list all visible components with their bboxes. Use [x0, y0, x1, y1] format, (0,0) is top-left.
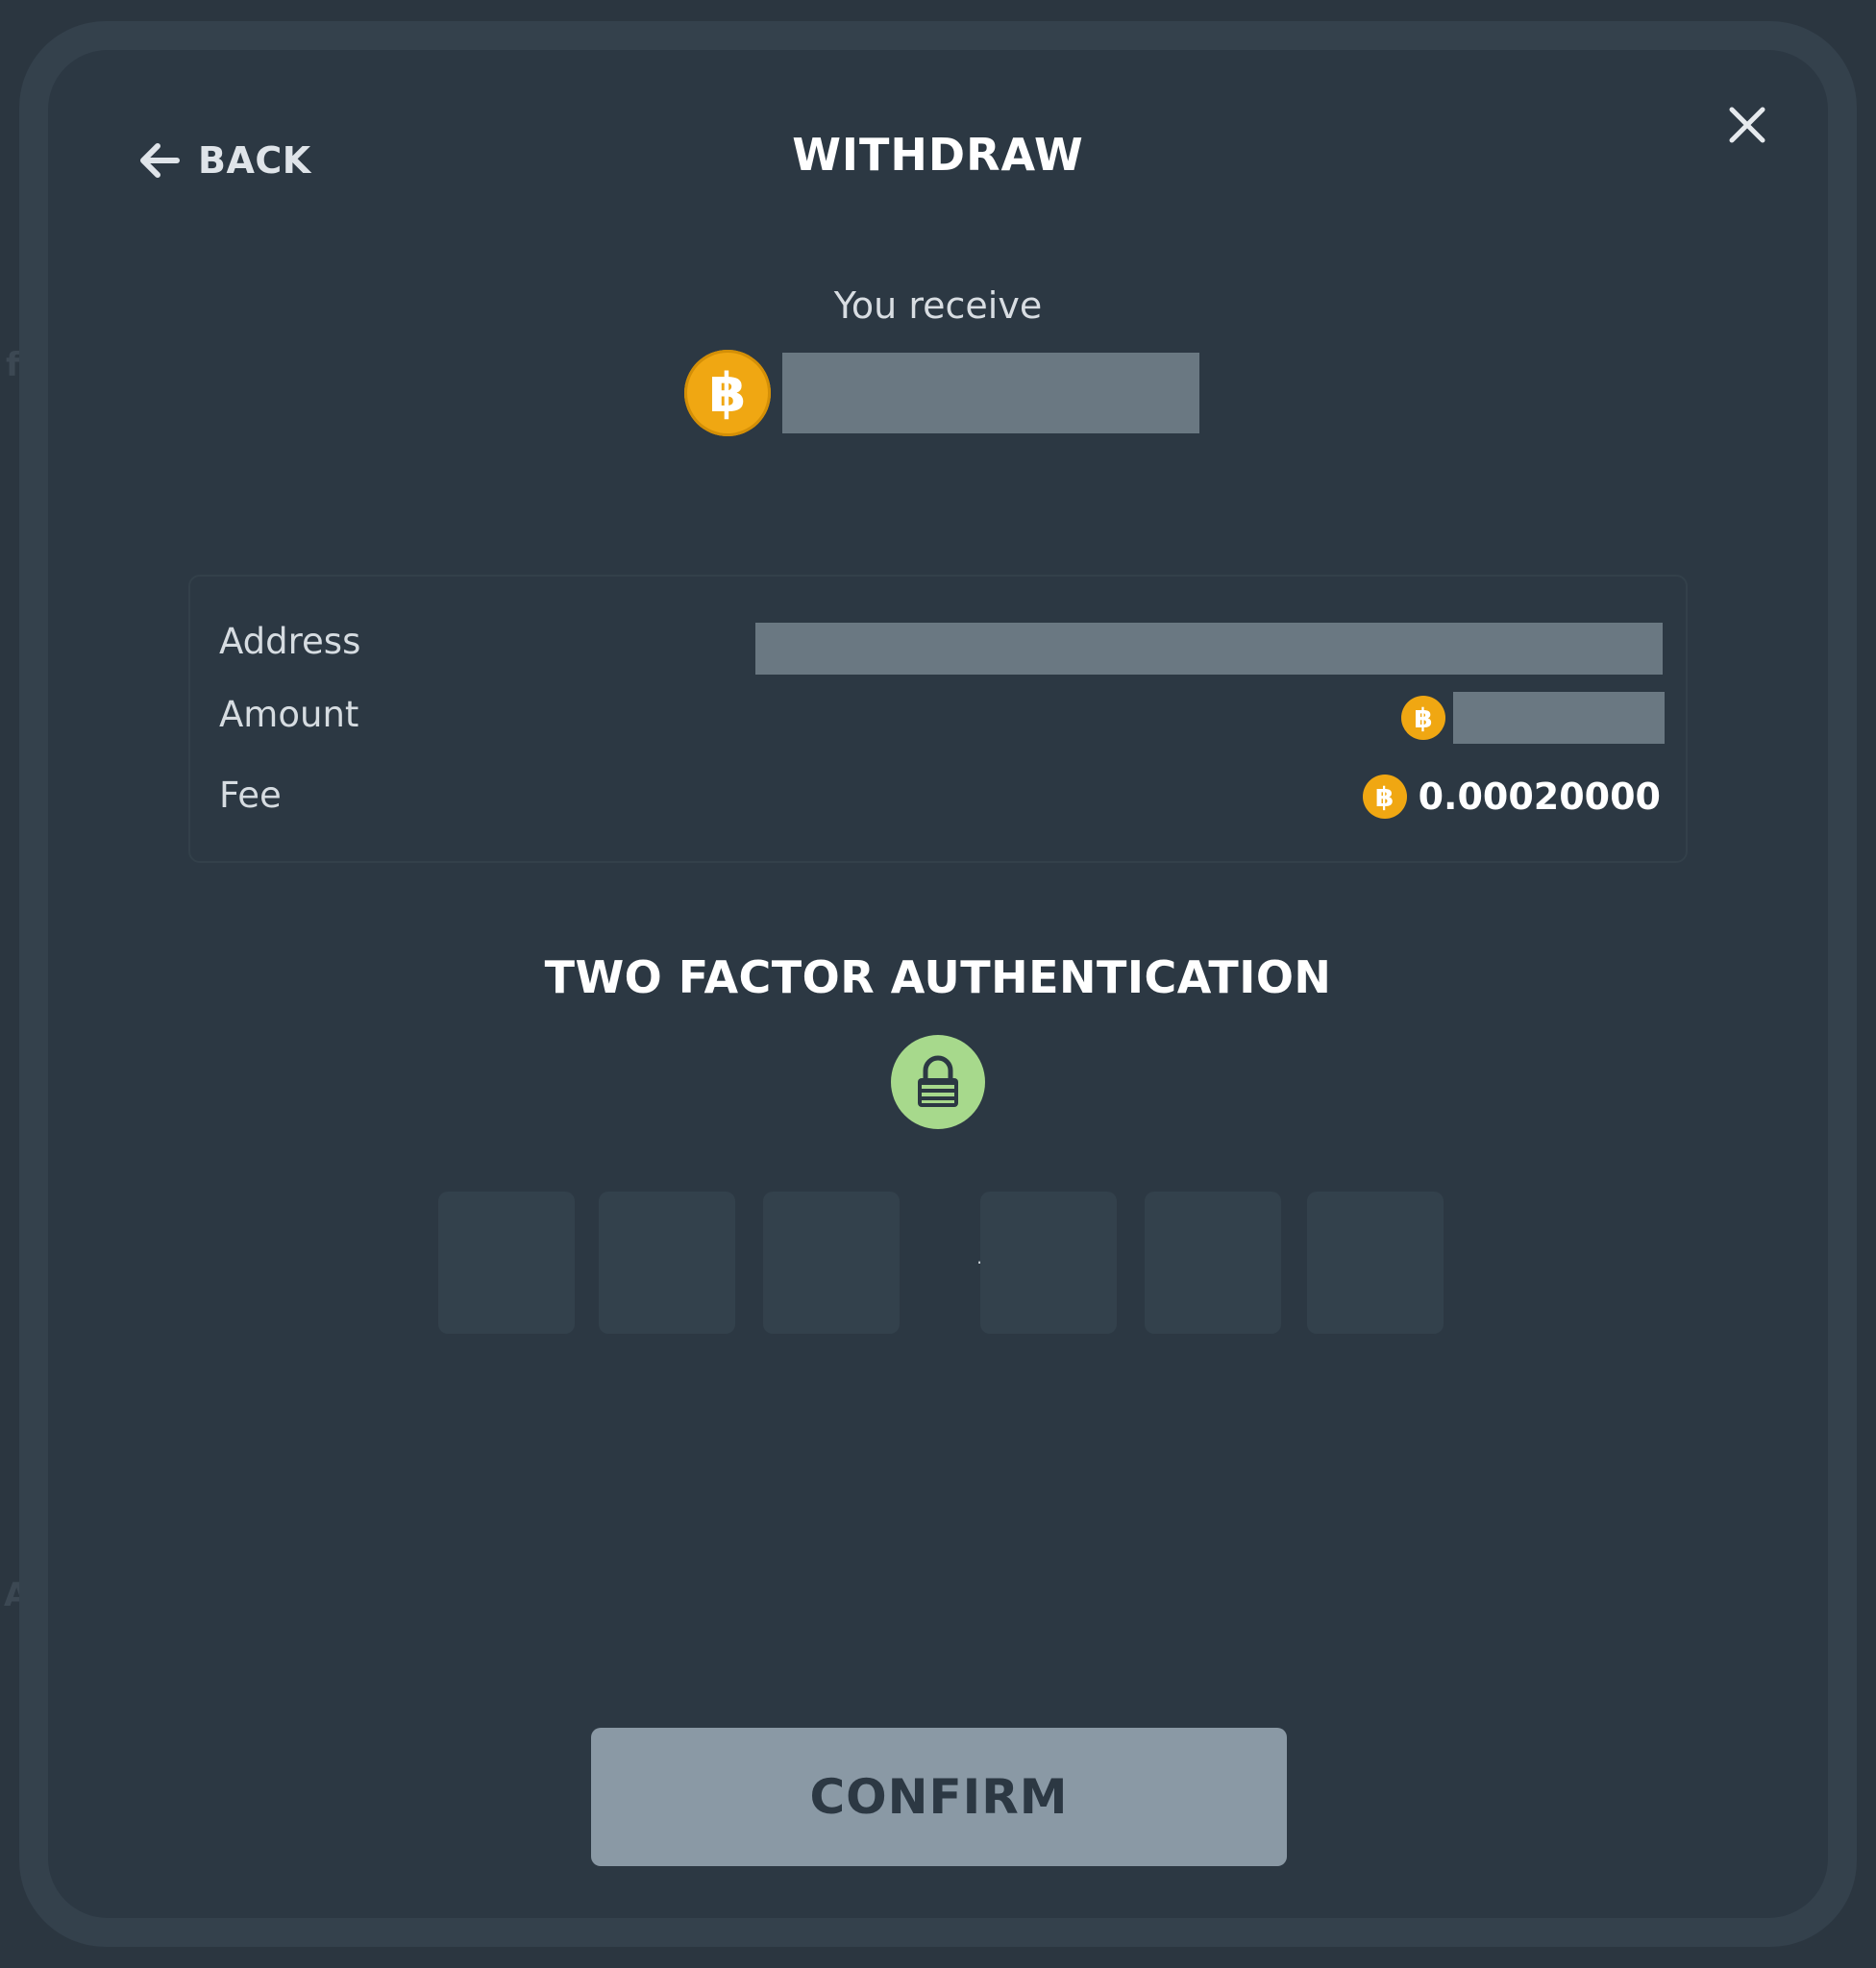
receive-amount: ฿	[684, 350, 1199, 436]
two-factor-title: TWO FACTOR AUTHENTICATION	[544, 951, 1332, 1003]
receive-label: You receive	[833, 284, 1043, 327]
2fa-digit-2[interactable]	[599, 1192, 735, 1334]
2fa-digit-3[interactable]	[763, 1192, 900, 1334]
withdraw-details-panel: Address Amount ฿ Fee ฿ 0.00020000	[188, 575, 1688, 863]
withdraw-modal: BACK WITHDRAW You receive ฿ Address Amou…	[48, 50, 1828, 1918]
redacted-amount-value	[1453, 692, 1665, 744]
2fa-digit-1[interactable]	[438, 1192, 575, 1334]
fee-value: 0.00020000	[1418, 775, 1661, 818]
redacted-receive-value	[782, 353, 1199, 433]
bitcoin-icon: ฿	[1401, 696, 1445, 740]
fee-label: Fee	[219, 775, 282, 816]
bitcoin-icon: ฿	[684, 350, 771, 436]
padlock-glyph	[918, 1055, 958, 1107]
amount-label: Amount	[219, 694, 359, 735]
confirm-button[interactable]: CONFIRM	[591, 1728, 1287, 1866]
amount-value: ฿	[1401, 692, 1665, 744]
close-icon	[1729, 107, 1765, 143]
2fa-digit-4[interactable]	[980, 1192, 1117, 1334]
fee-value-row: ฿ 0.00020000	[1362, 775, 1661, 819]
background-fragment: f	[6, 346, 20, 384]
2fa-digit-6[interactable]	[1307, 1192, 1444, 1334]
page-title: WITHDRAW	[792, 129, 1084, 181]
close-button[interactable]	[1713, 90, 1782, 160]
bitcoin-icon: ฿	[1362, 775, 1407, 819]
address-label: Address	[219, 621, 361, 662]
lock-icon	[891, 1035, 985, 1129]
redacted-address-value	[755, 623, 1663, 675]
2fa-digit-5[interactable]	[1145, 1192, 1281, 1334]
